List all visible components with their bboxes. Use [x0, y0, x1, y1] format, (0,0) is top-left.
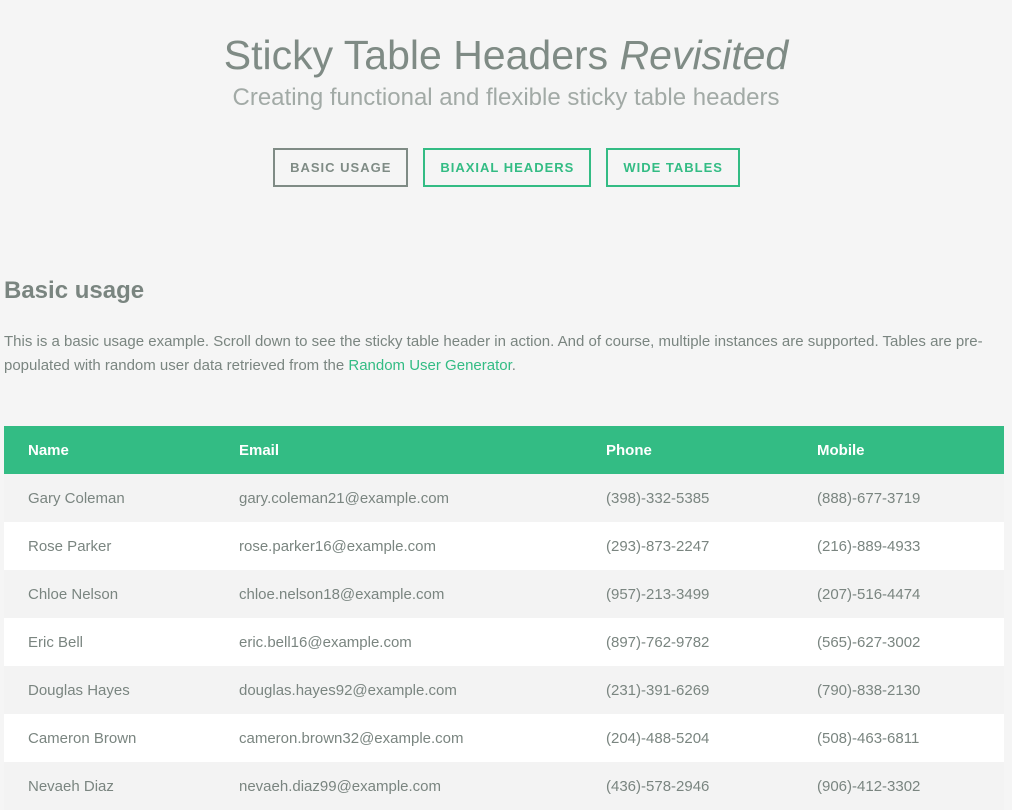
cell-name: Chloe Nelson	[28, 585, 119, 603]
table-row: Cameron Brown cameron.brown32@example.co…	[4, 714, 1004, 762]
table-row: Nevaeh Diaz nevaeh.diaz99@example.com (4…	[4, 762, 1004, 810]
table-row: Rose Parker rose.parker16@example.com (2…	[4, 522, 1004, 570]
cell-phone: (436)-578-2946	[606, 777, 710, 795]
cell-mobile: (565)-627-3002	[817, 633, 921, 651]
column-header-email: Email	[239, 441, 280, 459]
section-description-end: .	[511, 357, 516, 374]
biaxial-headers-button[interactable]: BIAXIAL HEADERS	[423, 148, 592, 187]
cell-name: Eric Bell	[28, 633, 84, 651]
cell-name: Douglas Hayes	[28, 681, 130, 699]
column-header-mobile: Mobile	[817, 441, 865, 459]
table-row: Gary Coleman gary.coleman21@example.com …	[4, 474, 1004, 522]
cell-email: douglas.hayes92@example.com	[239, 681, 457, 699]
cell-phone: (231)-391-6269	[606, 681, 710, 699]
cell-phone: (897)-762-9782	[606, 633, 710, 651]
cell-phone: (957)-213-3499	[606, 585, 710, 603]
cell-name: Gary Coleman	[28, 489, 125, 507]
cell-email: rose.parker16@example.com	[239, 537, 436, 555]
table-header: Name Email Phone Mobile	[4, 426, 1004, 474]
cell-mobile: (207)-516-4474	[817, 585, 921, 603]
cell-email: gary.coleman21@example.com	[239, 489, 450, 507]
cell-phone: (398)-332-5385	[606, 489, 710, 507]
basic-usage-section: Basic usage This is a basic usage exampl…	[0, 276, 1012, 810]
cell-name: Nevaeh Diaz	[28, 777, 114, 795]
cell-email: chloe.nelson18@example.com	[239, 585, 445, 603]
users-table: Name Email Phone Mobile Gary Coleman gar…	[4, 426, 1004, 810]
cell-phone: (204)-488-5204	[606, 729, 710, 747]
column-header-name: Name	[28, 441, 69, 459]
cell-phone: (293)-873-2247	[606, 537, 710, 555]
cell-email: cameron.brown32@example.com	[239, 729, 464, 747]
page-header: Sticky Table Headers Revisited Creating …	[0, 0, 1012, 187]
page-title-italic: Revisited	[619, 32, 789, 78]
nav-buttons: BASIC USAGE BIAXIAL HEADERS WIDE TABLES	[0, 148, 1012, 187]
cell-name: Rose Parker	[28, 537, 112, 555]
table-body: Gary Coleman gary.coleman21@example.com …	[4, 474, 1004, 810]
cell-email: eric.bell16@example.com	[239, 633, 412, 651]
section-title: Basic usage	[4, 277, 145, 304]
basic-usage-button[interactable]: BASIC USAGE	[273, 148, 409, 187]
page-title-main: Sticky Table Headers	[223, 32, 609, 78]
wide-tables-button[interactable]: WIDE TABLES	[606, 148, 740, 187]
cell-mobile: (906)-412-3302	[817, 777, 921, 795]
table-row: Chloe Nelson chloe.nelson18@example.com …	[4, 570, 1004, 618]
table-row: Douglas Hayes douglas.hayes92@example.co…	[4, 666, 1004, 714]
cell-mobile: (888)-677-3719	[817, 489, 921, 507]
cell-mobile: (790)-838-2130	[817, 681, 921, 699]
column-header-phone: Phone	[606, 441, 652, 459]
random-user-generator-link[interactable]: Random User Generator	[348, 357, 511, 374]
cell-email: nevaeh.diaz99@example.com	[239, 777, 442, 795]
cell-mobile: (216)-889-4933	[817, 537, 921, 555]
cell-name: Cameron Brown	[28, 729, 137, 747]
page-title: Sticky Table Headers Revisited	[0, 31, 1012, 79]
cell-mobile: (508)-463-6811	[817, 729, 920, 747]
page-subtitle: Creating functional and flexible sticky …	[232, 84, 780, 111]
section-description: This is a basic usage example. Scroll do…	[4, 330, 984, 378]
table-header-row: Name Email Phone Mobile	[4, 426, 1004, 474]
table-row: Eric Bell eric.bell16@example.com (897)-…	[4, 618, 1004, 666]
